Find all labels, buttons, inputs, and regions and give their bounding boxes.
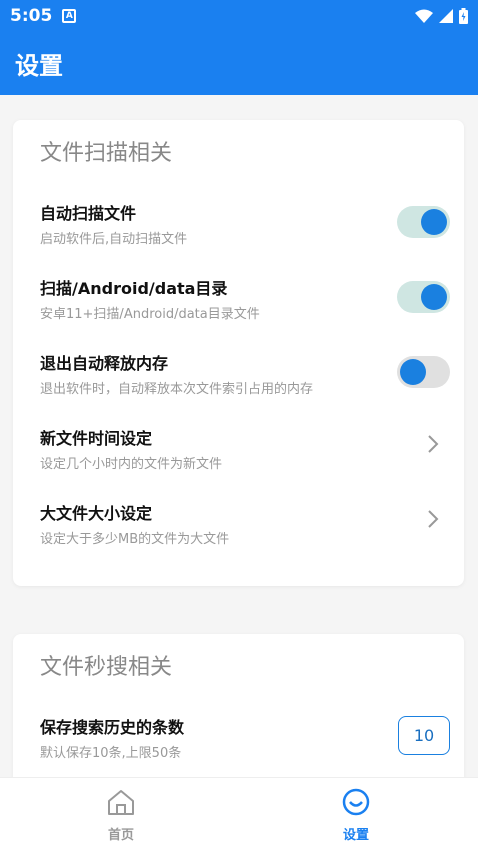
chevron-right-icon	[428, 435, 439, 453]
setting-subtitle: 安卓11+扫描/Android/data目录文件	[40, 307, 260, 322]
status-bar: 5:05 A	[0, 0, 478, 32]
setting-large-file-size[interactable]: 大文件大小设定 设定大于多少MB的文件为大文件	[40, 500, 450, 560]
nav-label: 首页	[107, 828, 134, 843]
home-icon	[108, 790, 134, 815]
nav-settings[interactable]: 设置	[316, 788, 396, 843]
release-memory-toggle[interactable]	[397, 356, 450, 388]
status-icons	[415, 8, 468, 24]
setting-title: 扫描/Android/data目录	[40, 279, 228, 298]
setting-title: 保存搜索历史的条数	[40, 718, 185, 737]
setting-title: 大文件大小设定	[40, 504, 153, 523]
setting-new-file-time[interactable]: 新文件时间设定 设定几个小时内的文件为新文件	[40, 425, 450, 485]
bottom-nav: 首页 设置	[0, 777, 478, 849]
status-time: 5:05	[10, 6, 53, 26]
setting-subtitle: 启动软件后,自动扫描文件	[40, 232, 188, 247]
notification-icon: A	[62, 9, 77, 23]
setting-title: 退出自动释放内存	[40, 354, 169, 373]
auto-scan-toggle[interactable]	[397, 206, 450, 238]
setting-title: 自动扫描文件	[40, 204, 137, 223]
history-count-input[interactable]: 10	[398, 716, 450, 755]
section-file-scan: 文件扫描相关 自动扫描文件 启动软件后,自动扫描文件 扫描/Android/da…	[13, 120, 464, 586]
section-title: 文件秒搜相关	[40, 655, 173, 680]
signal-icon	[439, 9, 453, 23]
setting-auto-scan[interactable]: 自动扫描文件 启动软件后,自动扫描文件	[40, 200, 450, 260]
toggle-knob	[421, 209, 447, 235]
battery-icon	[459, 8, 468, 24]
setting-title: 新文件时间设定	[40, 429, 153, 448]
scan-android-data-toggle[interactable]	[397, 281, 450, 313]
page-title: 设置	[15, 52, 63, 80]
setting-subtitle: 设定几个小时内的文件为新文件	[40, 457, 223, 472]
chevron-right-icon	[428, 510, 439, 528]
section-title: 文件扫描相关	[40, 141, 173, 166]
setting-scan-android-data[interactable]: 扫描/Android/data目录 安卓11+扫描/Android/data目录…	[40, 275, 450, 335]
setting-search-history-count[interactable]: 保存搜索历史的条数 默认保存10条,上限50条 10	[40, 714, 450, 774]
settings-content[interactable]: 文件扫描相关 自动扫描文件 启动软件后,自动扫描文件 扫描/Android/da…	[0, 95, 478, 777]
section-quick-search: 文件秒搜相关 保存搜索历史的条数 默认保存10条,上限50条 10	[13, 634, 464, 777]
wifi-icon	[415, 9, 433, 23]
toggle-knob	[421, 284, 447, 310]
nav-home[interactable]: 首页	[81, 788, 161, 843]
setting-subtitle: 默认保存10条,上限50条	[40, 746, 182, 761]
nav-label: 设置	[342, 828, 369, 843]
smiley-icon	[342, 788, 370, 816]
toggle-knob	[400, 359, 426, 385]
app-bar: 设置	[0, 32, 478, 95]
setting-subtitle: 退出软件时，自动释放本次文件索引占用的内存	[40, 382, 314, 397]
setting-release-memory[interactable]: 退出自动释放内存 退出软件时，自动释放本次文件索引占用的内存	[40, 350, 450, 410]
setting-subtitle: 设定大于多少MB的文件为大文件	[40, 532, 230, 547]
